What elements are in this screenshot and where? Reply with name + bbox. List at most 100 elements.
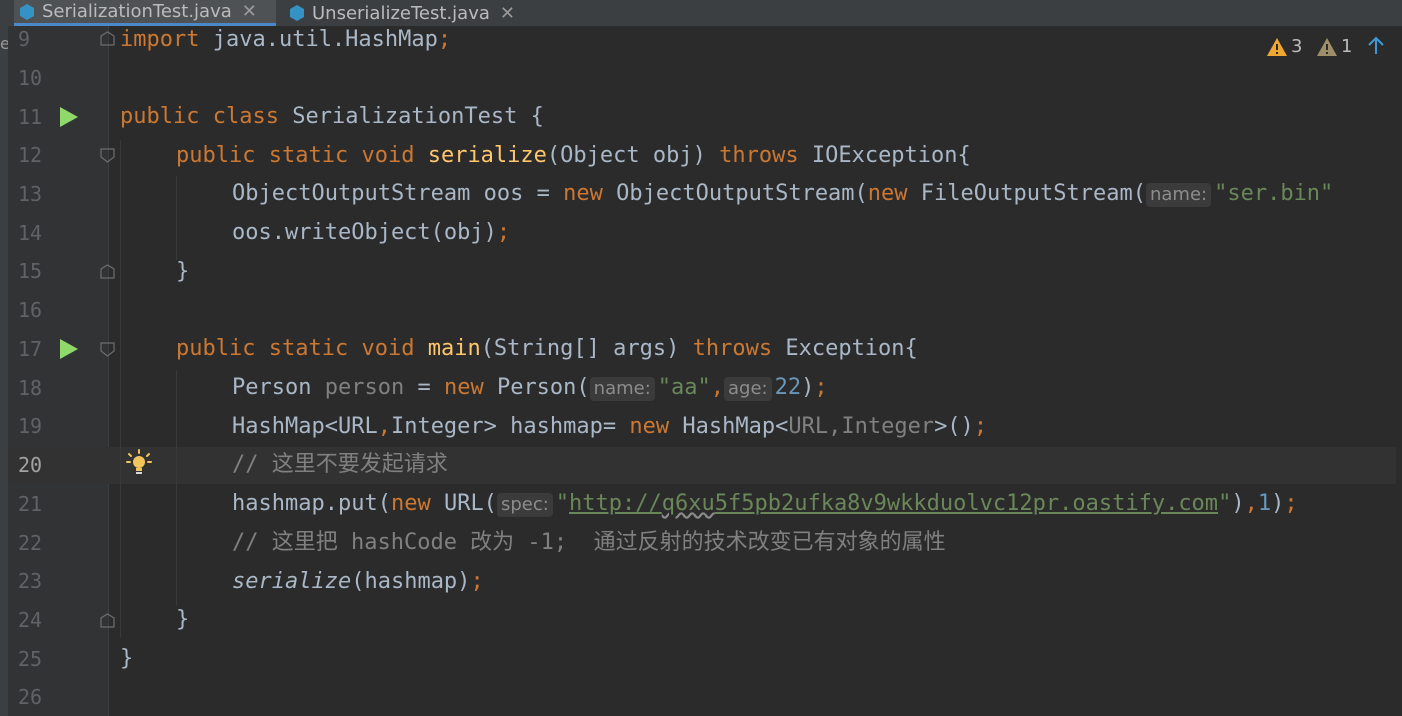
- code-line-13[interactable]: ObjectOutputStream oos = new ObjectOutpu…: [232, 182, 1333, 207]
- keyword: new: [867, 181, 908, 206]
- fold-marker-icon[interactable]: [100, 613, 115, 628]
- code-line-11[interactable]: public class SerializationTest {: [120, 105, 544, 129]
- code-text: ,: [710, 375, 725, 400]
- weak-warnings-count: 1: [1341, 36, 1353, 57]
- code-text: >(): [934, 414, 974, 439]
- indent-guide: [120, 140, 121, 638]
- fold-marker-icon[interactable]: [100, 342, 115, 357]
- indent-guide: [176, 176, 177, 260]
- arrow-up-icon: [1368, 36, 1384, 54]
- keyword: void: [361, 143, 415, 168]
- line-number: 9: [18, 27, 31, 51]
- code-line-9[interactable]: import java.util.HashMap;: [120, 28, 451, 52]
- line-number-current: 20: [18, 453, 43, 477]
- keyword: void: [361, 336, 415, 361]
- code-text: java.util.HashMap: [199, 27, 438, 52]
- code-line-17[interactable]: public static void main(String[] args) t…: [176, 337, 918, 361]
- code-text: ): [1231, 491, 1245, 516]
- fold-marker-icon[interactable]: [100, 31, 115, 46]
- code-line-20[interactable]: // 这里不要发起请求: [232, 453, 448, 477]
- code-text: HashMap<URL: [232, 414, 378, 439]
- code-text: IOException{: [798, 143, 971, 168]
- line-number: 19: [18, 414, 43, 438]
- line-number: 18: [18, 376, 43, 400]
- code-line-22[interactable]: // 这里把 hashCode 改为 -1; 通过反射的技术改变已有对象的属性: [232, 531, 946, 555]
- code-text: ;: [496, 220, 511, 245]
- code-line-25[interactable]: }: [120, 647, 133, 671]
- code-text: ;: [1284, 491, 1298, 516]
- number-literal: 1: [1257, 491, 1272, 516]
- parameter-hint: age:: [724, 377, 772, 401]
- previous-highlighted-error-button[interactable]: [1366, 36, 1389, 56]
- keyword: new: [629, 414, 670, 439]
- code-text: ObjectOutputStream(: [602, 181, 868, 206]
- line-number: 13: [18, 182, 43, 206]
- line-number: 10: [18, 66, 43, 90]
- close-icon[interactable]: ✕: [242, 1, 257, 22]
- code-text: ;: [973, 414, 988, 439]
- line-number: 17: [18, 337, 43, 361]
- line-number: 14: [18, 221, 43, 245]
- run-class-icon[interactable]: [60, 107, 78, 127]
- code-line-19[interactable]: HashMap<URL,Integer> hashmap= new HashMa…: [232, 415, 987, 439]
- string-literal: ": [555, 491, 570, 516]
- code-text: =: [404, 375, 444, 400]
- code-text: hashmap.put(: [232, 491, 391, 516]
- comment: // 这里把 hashCode 改为 -1; 通过反射的技术改变已有对象的属性: [232, 530, 946, 555]
- code-text: HashMap<: [669, 414, 789, 439]
- url-link[interactable]: 5f5pb2ufka8v9wkkduolvc12pr.oastify.com: [715, 491, 1218, 516]
- code-text: (hashmap): [351, 569, 471, 594]
- code-text: ;: [470, 569, 484, 594]
- unused-variable: person: [324, 375, 405, 400]
- code-line-21[interactable]: hashmap.put(new URL(spec: "http://q6xu5f5…: [232, 492, 1298, 517]
- line-number: 12: [18, 143, 43, 167]
- code-text: ;: [814, 375, 828, 400]
- vertical-scrollbar[interactable]: [1396, 26, 1402, 716]
- close-icon[interactable]: ✕: [500, 3, 515, 24]
- keyword: public: [120, 104, 200, 129]
- lightbulb-intention-icon[interactable]: [126, 449, 152, 477]
- code-line-14[interactable]: oos.writeObject(obj);: [232, 221, 510, 245]
- line-number: 22: [18, 531, 43, 555]
- indent-guide: [176, 370, 177, 606]
- line-number: 15: [18, 259, 43, 283]
- parameter-hint: name:: [589, 377, 655, 401]
- warning-icon: [1267, 37, 1287, 56]
- parameter-hint: name:: [1145, 183, 1212, 207]
- code-line-15[interactable]: }: [176, 260, 189, 284]
- code-line-18[interactable]: Person person = new Person(name: "aa", age…: [232, 376, 828, 401]
- keyword: class: [212, 104, 279, 129]
- weak-warnings-indicator[interactable]: 1: [1316, 36, 1352, 57]
- code-line-12[interactable]: public static void serialize(Object obj)…: [176, 144, 971, 168]
- keyword: new: [443, 375, 484, 400]
- string-literal: ": [1218, 491, 1232, 516]
- code-text: ): [1271, 491, 1285, 516]
- warnings-indicator[interactable]: 3: [1266, 36, 1302, 57]
- tab-unserialize-test[interactable]: UnserializeTest.java ✕: [284, 0, 534, 26]
- code-text: ObjectOutputStream oos =: [232, 181, 564, 206]
- code-text: ,: [1244, 491, 1258, 516]
- code-line-23[interactable]: serialize(hashmap);: [232, 570, 484, 594]
- line-number: 24: [18, 608, 43, 632]
- keyword: public: [176, 143, 256, 168]
- line-number: 16: [18, 298, 43, 322]
- tab-serialization-test[interactable]: SerializationTest.java ✕: [14, 0, 276, 26]
- parameter-hint: spec:: [496, 493, 553, 517]
- fold-marker-icon[interactable]: [100, 264, 115, 279]
- fold-marker-icon[interactable]: [100, 148, 115, 163]
- code-text: (String[] args): [480, 336, 693, 361]
- run-main-icon[interactable]: [60, 339, 78, 359]
- code-text: URL(: [430, 491, 497, 516]
- code-line-24[interactable]: }: [176, 608, 189, 632]
- method-call: serialize: [232, 569, 352, 594]
- url-link[interactable]: http://: [569, 491, 662, 516]
- code-text: SerializationTest {: [278, 104, 544, 129]
- current-line-highlight: [8, 447, 1402, 484]
- url-link[interactable]: q6xu: [662, 491, 715, 516]
- keyword: static: [268, 143, 349, 168]
- code-text: }: [176, 259, 190, 284]
- keyword: new: [563, 181, 603, 206]
- line-number: 26: [18, 685, 43, 709]
- keyword: static: [268, 336, 349, 361]
- warnings-count: 3: [1291, 36, 1303, 57]
